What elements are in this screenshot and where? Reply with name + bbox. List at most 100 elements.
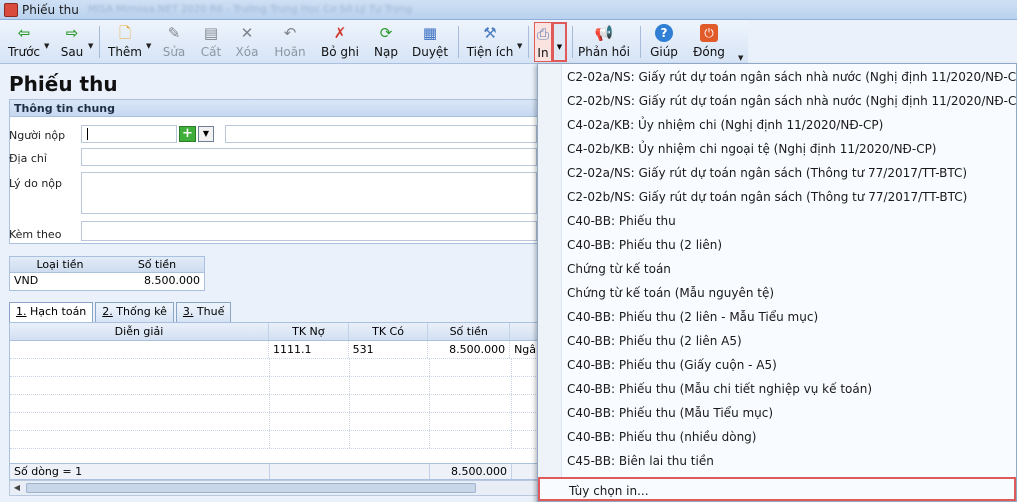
print-menu-item[interactable]: C40-BB: Phiếu thu (2 liên A5) bbox=[538, 329, 1016, 353]
browse-button[interactable]: ▦ Duyệt bbox=[412, 22, 448, 62]
horizontal-scrollbar[interactable]: ◀ bbox=[9, 480, 539, 496]
delete-icon: ✕ bbox=[240, 24, 254, 42]
title-bar: Phiếu thu MISA Mimosa.NET 2020 R6 - Trườ… bbox=[0, 0, 1017, 20]
print-dropdown-arrow[interactable]: ▼ bbox=[552, 22, 567, 62]
save-icon: ▤ bbox=[203, 24, 219, 42]
reason-input[interactable] bbox=[81, 172, 537, 214]
print-options-menu-item[interactable]: Tùy chọn in... bbox=[538, 477, 1016, 501]
toolbar-separator bbox=[99, 26, 100, 58]
print-menu-item[interactable]: C2-02b/NS: Giấy rút dự toán ngân sách nh… bbox=[538, 89, 1017, 113]
previous-dropdown-arrow[interactable]: ▼ bbox=[44, 42, 49, 50]
tab-tax[interactable]: 3. Thuế bbox=[175, 302, 232, 322]
reload-button[interactable]: ⟳ Nạp bbox=[374, 22, 398, 62]
print-menu-item[interactable]: C4-02b/KB: Ủy nhiệm chi ngoại tệ (Nghị đ… bbox=[538, 137, 1016, 161]
table-row[interactable]: 1111.1 531 8.500.000 Ngâ bbox=[10, 341, 538, 359]
toolbar-separator bbox=[528, 26, 529, 58]
payer-name-input[interactable] bbox=[225, 125, 537, 143]
print-menu-item[interactable]: Chứng từ kế toán bbox=[538, 257, 1016, 281]
table-row[interactable] bbox=[10, 359, 538, 377]
print-menu-item[interactable]: C40-BB: Phiếu thu (nhiều dòng) bbox=[538, 425, 1016, 449]
page-title: Phiếu thu bbox=[9, 72, 118, 96]
undo-icon: ↶ bbox=[283, 24, 297, 42]
print-menu-item[interactable]: C40-BB: Phiếu thu (2 liên - Mẫu Tiểu mục… bbox=[538, 305, 1016, 329]
browse-icon: ▦ bbox=[422, 24, 438, 42]
reason-label: Lý do nộp bbox=[9, 177, 63, 190]
unpost-button[interactable]: ✗ Bỏ ghi bbox=[321, 22, 359, 62]
add-payer-icon[interactable]: + bbox=[179, 126, 196, 142]
payer-label: Người nộp bbox=[9, 129, 66, 142]
save-button[interactable]: ▤ Cất bbox=[199, 22, 223, 62]
previous-button[interactable]: ⇦ Trước bbox=[6, 22, 42, 62]
print-button[interactable]: ⎙ In bbox=[534, 22, 552, 62]
section-title: Thông tin chung bbox=[10, 100, 538, 117]
amount-header: Số tiền bbox=[137, 258, 177, 271]
grid-header-extra bbox=[510, 323, 538, 340]
grid-header-credit: TK Có bbox=[349, 323, 429, 340]
currency-type-cell: VND bbox=[14, 274, 39, 287]
print-menu-item[interactable]: C2-02a/NS: Giấy rút dự toán ngân sách (T… bbox=[538, 161, 1016, 185]
grid-total: 8.500.000 bbox=[430, 464, 512, 479]
print-menu-item[interactable]: C45-BB: Biên lai thu tiền bbox=[538, 449, 1016, 473]
table-row[interactable] bbox=[10, 431, 538, 449]
print-icon: ⎙ bbox=[536, 25, 549, 43]
delete-button[interactable]: ✕ Xóa bbox=[235, 22, 259, 62]
payer-code-input[interactable] bbox=[81, 125, 177, 143]
app-icon bbox=[4, 3, 18, 17]
currency-table: Loại tiền Số tiền VND 8.500.000 bbox=[9, 256, 205, 291]
attachments-label: Kèm theo bbox=[9, 228, 62, 241]
tools-icon: ⚒ bbox=[483, 24, 497, 42]
next-dropdown-arrow[interactable]: ▼ bbox=[88, 42, 93, 50]
help-icon: ? bbox=[655, 24, 673, 42]
row-count: Số dòng = 1 bbox=[10, 464, 270, 479]
help-button[interactable]: ? Giúp bbox=[650, 22, 678, 62]
utilities-button[interactable]: ⚒ Tiện ích bbox=[467, 22, 514, 62]
add-button[interactable]: 🗋 Thêm bbox=[107, 22, 143, 62]
print-menu-item[interactable]: C2-02a/NS: Giấy rút dự toán ngân sách nh… bbox=[538, 65, 1017, 89]
print-menu-item[interactable]: C40-BB: Phiếu thu (Mẫu Tiểu mục) bbox=[538, 401, 1016, 425]
grid-header-amount: Số tiền bbox=[428, 323, 511, 340]
address-input[interactable] bbox=[81, 148, 537, 166]
attachments-input[interactable] bbox=[81, 221, 537, 241]
unpost-icon: ✗ bbox=[333, 24, 347, 42]
tab-accounting[interactable]: 1. Hạch toán bbox=[9, 302, 94, 322]
print-menu-item[interactable]: C2-02b/NS: Giấy rút dự toán ngân sách (T… bbox=[538, 185, 1016, 209]
currency-row[interactable]: VND 8.500.000 bbox=[10, 273, 204, 289]
feedback-button[interactable]: 📢 Phản hồi bbox=[578, 22, 630, 62]
print-menu-item[interactable]: C40-BB: Phiếu thu (2 liên) bbox=[538, 233, 1016, 257]
print-menu-item[interactable]: C4-02a/KB: Ủy nhiệm chi (Nghị định 11/20… bbox=[538, 113, 1016, 137]
toolbar-separator bbox=[572, 26, 573, 58]
toolbar-overflow-arrow[interactable]: ▼ bbox=[738, 54, 743, 62]
print-menu-item[interactable]: Chứng từ kế toán (Mẫu nguyên tệ) bbox=[538, 281, 1016, 305]
close-button[interactable]: ⏻ Đóng bbox=[693, 22, 725, 62]
grid-header-description: Diễn giải bbox=[10, 323, 269, 340]
accounting-grid: Diễn giải TK Nợ TK Có Số tiền 1111.1 531… bbox=[9, 322, 539, 480]
amount-cell: 8.500.000 bbox=[144, 274, 200, 287]
chevron-down-icon: ▼ bbox=[556, 43, 563, 51]
window-caption: MISA Mimosa.NET 2020 R6 - Trường Trung H… bbox=[88, 4, 413, 15]
new-document-icon: 🗋 bbox=[118, 24, 132, 42]
address-label: Địa chỉ bbox=[9, 152, 47, 165]
scrollbar-thumb[interactable] bbox=[26, 483, 476, 493]
print-menu-item[interactable]: C40-BB: Phiếu thu (Mẫu chi tiết nghiệp v… bbox=[538, 377, 1016, 401]
table-row[interactable] bbox=[10, 395, 538, 413]
text-cursor bbox=[87, 128, 88, 140]
utilities-dropdown-arrow[interactable]: ▼ bbox=[517, 42, 522, 50]
table-row[interactable] bbox=[10, 377, 538, 395]
cancel-button[interactable]: ↶ Hoãn bbox=[274, 22, 306, 62]
arrow-right-icon: ⇨ bbox=[65, 24, 79, 42]
edit-icon: ✎ bbox=[167, 24, 181, 42]
add-dropdown-arrow[interactable]: ▼ bbox=[146, 42, 151, 50]
payer-dropdown-button[interactable]: ▼ bbox=[198, 126, 214, 142]
power-icon: ⏻ bbox=[700, 24, 718, 42]
print-menu-item[interactable]: C40-BB: Phiếu thu bbox=[538, 209, 1016, 233]
print-menu-item[interactable]: C40-BB: Phiếu thu (Giấy cuộn - A5) bbox=[538, 353, 1016, 377]
table-row[interactable] bbox=[10, 413, 538, 431]
edit-button[interactable]: ✎ Sửa bbox=[162, 22, 186, 62]
tab-statistics[interactable]: 2. Thống kê bbox=[95, 302, 174, 322]
toolbar-separator bbox=[458, 26, 459, 58]
next-button[interactable]: ⇨ Sau bbox=[58, 22, 86, 62]
arrow-left-icon: ⇦ bbox=[17, 24, 31, 42]
toolbar-separator bbox=[640, 26, 641, 58]
window-title: Phiếu thu bbox=[22, 3, 79, 17]
scroll-left-icon[interactable]: ◀ bbox=[10, 481, 24, 495]
